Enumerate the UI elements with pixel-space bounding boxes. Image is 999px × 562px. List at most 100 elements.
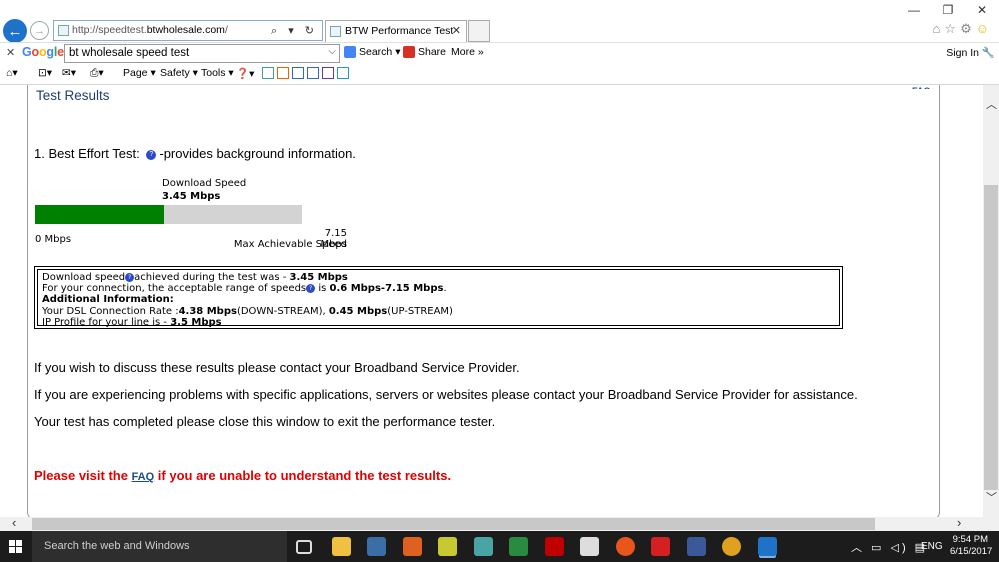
address-url: http://speedtest.btwholesale.com/ [72,24,228,36]
taskbar-clock[interactable]: 9:54 PM 6/15/2017 [950,534,992,558]
file-explorer-icon[interactable] [331,537,351,556]
taskbar-search-box[interactable]: Search the web and Windows [32,531,287,562]
faq-link-top[interactable]: FAQ [912,86,931,89]
windows-start-icon[interactable] [9,540,23,554]
mail-icon[interactable]: ✉▾ [62,67,76,79]
task-view-icon[interactable] [296,540,312,554]
info-range-text: is [315,283,330,295]
forward-button[interactable]: → [30,21,49,40]
sign-in-button[interactable]: Sign In 🔧 [946,46,995,59]
app-icon[interactable] [438,537,457,556]
chevron-down-icon[interactable]: ⌵ [328,46,336,57]
speed-bar-min: 0 Mbps [35,234,72,245]
tools-menu[interactable]: Tools ▾ [201,67,234,79]
help-info-icon[interactable]: ? [306,283,316,293]
help-info-icon[interactable]: ? [146,149,157,160]
clock-time: 9:54 PM [952,534,988,545]
addon-6-icon[interactable] [336,67,349,80]
search-label: Search [359,46,393,58]
test-heading-prefix: 1. Best Effort Test: [34,146,140,161]
vertical-scroll-thumb[interactable] [984,185,998,490]
restore-button[interactable]: ❐ [931,0,965,20]
acrobat-icon[interactable] [651,537,670,556]
chevron-left-icon[interactable]: ‹ [12,515,16,530]
test-heading-suffix: -provides background information. [159,146,356,161]
new-tab-button[interactable] [468,20,490,42]
chrome-icon[interactable] [722,537,741,556]
close-window-button[interactable]: ✕ [965,0,999,20]
google-search-button[interactable]: Search ▾ [344,46,401,58]
google-logo: Google [22,45,64,59]
horizontal-scroll-thumb[interactable] [32,518,875,530]
info-dsl-down-value: 4.38 Mbps [178,305,237,317]
page-menu[interactable]: Page ▾ [123,67,156,79]
tripadvisor-icon[interactable] [473,537,493,556]
google-logo-letter: g [46,45,54,59]
vertical-scrollbar[interactable]: ︿ ﹀ [983,85,999,517]
store-icon[interactable] [367,537,386,556]
home-icon[interactable]: ⌂▾ [6,67,18,79]
horizontal-scrollbar[interactable]: ‹ › [0,515,983,531]
settings-gear-icon[interactable]: ⚙ [960,21,976,36]
firefox-icon[interactable] [615,537,635,556]
rss-feed-icon[interactable]: ⊡▾ [38,67,52,79]
browser-window: ← → http://speedtest.btwholesale.com/ ⌕ … [0,0,999,562]
scrollbar-corner [983,517,999,531]
minimize-button[interactable]: — [897,0,931,20]
internet-explorer-icon[interactable] [757,537,777,556]
info-dsl-down-label: (DOWN-STREAM), [236,305,329,317]
window-controls: — ❐ ✕ [897,0,999,20]
faq-link[interactable]: FAQ [132,471,155,483]
speed-bar-fill [35,205,164,224]
info-box-inner: Download speed? achieved during the test … [37,269,840,328]
address-bar[interactable]: http://speedtest.btwholesale.com/ ⌕ ▾ ↻ [53,20,323,41]
tab-btw-performance[interactable]: BTW Performance Test ✕ [325,20,467,42]
youtube-icon[interactable] [544,537,564,556]
close-toolbar-icon[interactable]: ✕ [6,46,15,59]
favorites-star-icon[interactable]: ☆ [944,21,960,36]
safety-menu[interactable]: Safety ▾ [160,67,198,79]
share-label: Share [418,46,447,58]
onenote-send-icon[interactable] [321,67,334,80]
tab-close-icon[interactable]: ✕ [452,24,461,37]
sign-in-label: Sign In [946,47,979,59]
browser-right-icons: ⌂☆⚙☺ [933,21,993,37]
share-button[interactable]: Share [403,46,446,58]
address-tools[interactable]: ⌕ ▾ ↻ [271,24,318,38]
addon-2-icon[interactable] [276,67,289,80]
help-info-icon[interactable]: ? [125,272,135,282]
info-range-value: 0.6 Mbps-7.15 Mbps [329,283,444,295]
more-label: More » [451,46,484,58]
back-button[interactable]: ← [3,19,27,43]
chevron-down-icon[interactable]: ﹀ [986,489,997,505]
google-search-input[interactable]: bt wholesale speed test ⌵ [64,44,340,63]
google-logo-letter: G [22,45,32,59]
calculator-icon[interactable] [509,537,528,556]
media-player-icon[interactable] [402,537,422,556]
chevron-up-icon[interactable]: ︿ [986,96,997,112]
info-additional-heading: Additional Information: [42,294,174,306]
print-icon[interactable]: ⎙▾ [90,67,104,80]
speed-bar-max-caption: Max Achievable Speed [233,239,347,250]
section-title: Test Results [36,88,110,103]
chevron-right-icon[interactable]: › [957,515,961,530]
share-icon [403,46,415,58]
info-line-dsl: Your DSL Connection Rate :4.38 Mbps(DOWN… [42,306,835,317]
home-icon[interactable]: ⌂ [933,21,945,36]
addon-4-icon[interactable] [306,67,319,80]
addon-icons[interactable] [262,67,349,80]
download-speed-value: 3.45 Mbps [162,191,221,202]
addon-1-icon[interactable] [262,67,274,80]
feedback-smiley-icon[interactable]: ☺ [976,21,993,36]
more-button[interactable]: More » [451,46,484,58]
help-menu[interactable]: ❓▾ [236,67,254,80]
app-icon[interactable] [580,537,599,556]
info-range-end: . [443,283,447,295]
system-tray-icons[interactable]: ︿ ▭ ◁) ▤ [851,539,928,555]
language-indicator[interactable]: ENG [921,541,943,552]
facebook-icon[interactable] [686,537,706,556]
google-search-icon [344,46,356,58]
onenote-icon[interactable] [291,67,304,80]
info-line-range: For your connection, the acceptable rang… [42,283,835,294]
google-search-value: bt wholesale speed test [69,47,190,59]
